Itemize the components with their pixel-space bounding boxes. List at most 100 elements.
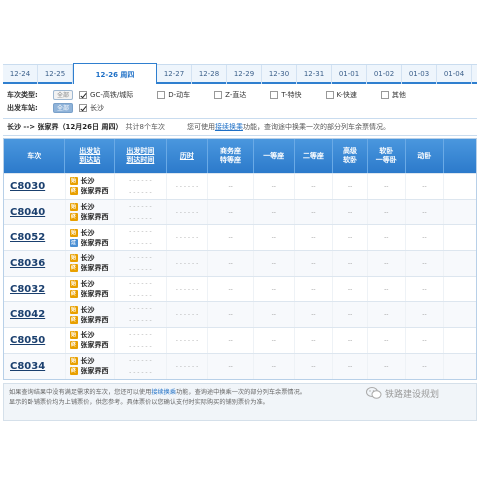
table-row: C8040 始长沙 终张家界西 - - - - - - - - - - - - -…	[4, 198, 476, 225]
types-option-4[interactable]: K-快速	[325, 90, 357, 100]
terminal-badge: 过	[69, 238, 78, 247]
header-arrive-time[interactable]: 到达时间	[126, 156, 154, 164]
date-tab-12-25[interactable]: 12-25	[38, 65, 73, 84]
to-station-name: 张家界西	[80, 315, 109, 324]
to-station[interactable]: 终张家界西	[69, 263, 109, 273]
from-station[interactable]: 始长沙	[69, 176, 95, 186]
train-number[interactable]: C8032	[4, 276, 66, 302]
from-station[interactable]: 始长沙	[69, 356, 95, 366]
date-tab-01-01[interactable]: 01-01	[332, 65, 367, 84]
date-tab-01-02[interactable]: 01-02	[367, 65, 402, 84]
date-tab-01-04[interactable]: 01-04	[437, 65, 472, 84]
train-type-filter: 车次类型: 全部 GC-高铁/城际 D-动车 Z-直达 T-特快 K-快速 其他	[7, 89, 430, 101]
checkbox[interactable]	[380, 91, 389, 99]
checkbox[interactable]	[157, 91, 166, 99]
header-station[interactable]: 出发站 到达站	[65, 139, 116, 173]
date-tab-weekday: 周四	[120, 71, 135, 79]
to-station[interactable]: 过张家界西	[69, 238, 109, 248]
to-station[interactable]: 终张家界西	[69, 212, 109, 222]
header-time[interactable]: 出发时间 到达时间	[115, 139, 167, 173]
date-tab-12-27[interactable]: 12-27	[157, 65, 192, 84]
station-cell: 始长沙 终张家界西	[66, 353, 116, 379]
checkbox[interactable]	[79, 91, 88, 99]
second-class-seat: --	[295, 353, 334, 379]
transfer-link[interactable]: 接续换乘	[215, 123, 243, 131]
train-number[interactable]: C8050	[4, 328, 66, 353]
train-number[interactable]: C8036	[4, 251, 66, 276]
from-station[interactable]: 始长沙	[69, 253, 95, 263]
first-class-seat: --	[254, 174, 295, 199]
types-option-3[interactable]: T-特快	[270, 90, 302, 100]
from-station[interactable]: 始长沙	[69, 202, 95, 212]
time-cell: - - - - - - - - - - - -	[115, 251, 167, 276]
date-tab-01-03[interactable]: 01-03	[402, 65, 437, 84]
to-station[interactable]: 终张家界西	[69, 186, 109, 196]
to-station-name: 张家界西	[80, 187, 109, 196]
header-depart-time[interactable]: 出发时间	[126, 147, 154, 155]
header-ss-1: 软卧	[379, 147, 394, 155]
note-transfer-link[interactable]: 接续换乘	[151, 389, 176, 396]
train-table: 车次 出发站 到达站 出发时间 到达时间 历时 商务座 特等座 一等座 二等座 高级软…	[3, 138, 477, 380]
duration-cell: - - - - - -	[167, 225, 209, 251]
header-business-2: 特等座	[220, 156, 242, 164]
checkbox[interactable]	[325, 91, 334, 99]
date-tab-12-28[interactable]: 12-28	[192, 65, 227, 84]
from-station[interactable]: 始长沙	[69, 228, 95, 238]
station-all-button[interactable]: 全部	[53, 103, 74, 113]
stations-option-0[interactable]: 长沙	[79, 103, 104, 113]
duration-cell: - - - - - -	[167, 199, 209, 225]
to-station[interactable]: 终张家界西	[69, 340, 109, 350]
checkbox[interactable]	[270, 91, 279, 99]
duration-cell: - - - - - -	[167, 276, 209, 302]
date-tab-12-31[interactable]: 12-31	[297, 65, 332, 84]
to-station[interactable]: 终张家界西	[69, 289, 109, 299]
header-duration-label[interactable]: 历时	[180, 152, 194, 161]
header-from[interactable]: 出发站	[79, 147, 100, 155]
types-option-5[interactable]: 其他	[380, 90, 406, 100]
types-option-0[interactable]: GC-高铁/城际	[79, 90, 133, 100]
header-ss-2: 一等卧	[375, 156, 397, 164]
date-tab-label: 01-02	[373, 70, 395, 78]
to-station-name: 张家界西	[80, 213, 109, 222]
to-station[interactable]: 终张家界西	[69, 366, 109, 376]
train-number[interactable]: C8034	[4, 353, 66, 379]
first-class-seat: --	[254, 353, 295, 379]
table-row: C8050 始长沙 终张家界西 - - - - - - - - - - - - -…	[4, 327, 476, 353]
depart-time: - - - - - -	[129, 176, 152, 184]
train-number[interactable]: C8030	[4, 174, 66, 199]
header-train[interactable]: 车次	[4, 139, 66, 173]
route-summary: 长沙 --> 张家界（12月26日 周四） 共计8个车次 您可使用接续换乘功能，…	[3, 118, 477, 136]
checkbox-label: 长沙	[90, 104, 105, 112]
extra-cell	[444, 302, 476, 327]
date-tab-12-24[interactable]: 12-24	[3, 65, 38, 84]
train-number[interactable]: C8052	[4, 225, 66, 251]
types-option-1[interactable]: D-动车	[157, 90, 190, 100]
train-number[interactable]: C8042	[4, 302, 66, 328]
table-body: C8030 始长沙 终张家界西 - - - - - -- - - - - - -…	[4, 173, 476, 379]
wechat-icon	[366, 387, 382, 399]
date-tab-12-30[interactable]: 12-30	[262, 65, 297, 84]
header-duration[interactable]: 历时	[167, 139, 209, 173]
from-station-name: 长沙	[80, 254, 95, 263]
from-station[interactable]: 始长沙	[69, 305, 95, 315]
extra-cell	[444, 174, 476, 199]
types-option-2[interactable]: Z-直达	[214, 90, 246, 100]
hi-soft-sleeper: --	[333, 225, 368, 251]
time-cell: - - - - - - - - - - - -	[115, 174, 167, 199]
train-number[interactable]: C8040	[4, 199, 66, 225]
motor-sleeper: --	[406, 225, 445, 251]
checkbox[interactable]	[214, 91, 223, 99]
train-type-all-button[interactable]: 全部	[53, 90, 74, 100]
date-tab-12-29[interactable]: 12-29	[227, 65, 262, 84]
soft-sleeper: --	[368, 199, 406, 225]
checkbox[interactable]	[79, 104, 88, 112]
header-to[interactable]: 到达站	[79, 156, 100, 164]
station-cell: 始长沙 终张家界西	[66, 174, 116, 199]
soft-sleeper: --	[368, 225, 406, 251]
header-second: 二等座	[295, 139, 334, 173]
date-tab-12-26[interactable]: 12-26 周四	[73, 63, 157, 84]
from-station[interactable]: 始长沙	[69, 279, 95, 289]
to-station[interactable]: 终张家界西	[69, 315, 109, 325]
from-station[interactable]: 始长沙	[69, 330, 95, 340]
arrive-time: - - - - - -	[129, 317, 152, 325]
